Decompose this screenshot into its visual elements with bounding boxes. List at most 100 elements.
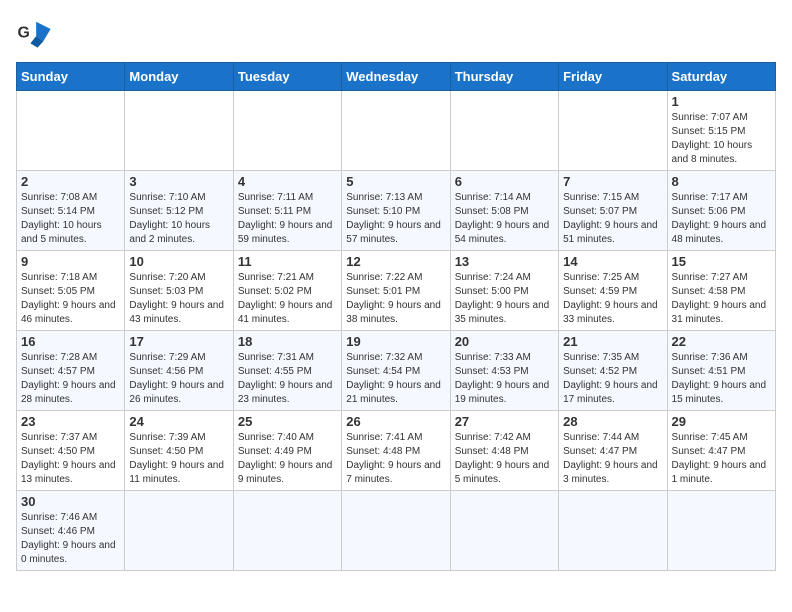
calendar-cell: 21 Sunrise: 7:35 AM Sunset: 4:52 PM Dayli… xyxy=(559,331,667,411)
calendar-cell: 8Sunrise: 7:17 AM Sunset: 5:06 PM Daylig… xyxy=(667,171,775,251)
day-number: 27 xyxy=(455,414,554,429)
day-info: Sunrise: 7:46 AM Sunset: 4:46 PM Dayligh… xyxy=(21,511,120,567)
calendar-cell xyxy=(125,491,233,571)
day-info: Sunrise: 7:44 AM Sunset: 4:47 PM Dayligh… xyxy=(563,431,662,487)
day-number: 15 xyxy=(672,254,771,269)
calendar-cell: 1Sunrise: 7:07 AM Sunset: 5:15 PM Daylig… xyxy=(667,91,775,171)
day-info: Sunrise: 7:35 AM Sunset: 4:52 PM Dayligh… xyxy=(563,351,662,407)
calendar-cell xyxy=(233,491,341,571)
day-number: 9 xyxy=(21,254,120,269)
calendar-cell: 9 Sunrise: 7:18 AM Sunset: 5:05 PM Daylig… xyxy=(17,251,125,331)
calendar-cell xyxy=(17,91,125,171)
day-info: Sunrise: 7:11 AM Sunset: 5:11 PM Dayligh… xyxy=(238,191,337,247)
day-number: 13 xyxy=(455,254,554,269)
day-number: 22 xyxy=(672,334,771,349)
weekday-header-sunday: Sunday xyxy=(17,63,125,91)
calendar-cell: 18Sunrise: 7:31 AM Sunset: 4:55 PM Dayli… xyxy=(233,331,341,411)
day-number: 10 xyxy=(129,254,228,269)
day-number: 25 xyxy=(238,414,337,429)
day-info: Sunrise: 7:17 AM Sunset: 5:06 PM Dayligh… xyxy=(672,191,771,247)
calendar-cell: 13 Sunrise: 7:24 AM Sunset: 5:00 PM Dayli… xyxy=(450,251,558,331)
day-number: 16 xyxy=(21,334,120,349)
logo: G xyxy=(16,16,58,52)
day-number: 23 xyxy=(21,414,120,429)
day-info: Sunrise: 7:20 AM Sunset: 5:03 PM Dayligh… xyxy=(129,271,228,327)
calendar-cell: 5 Sunrise: 7:13 AM Sunset: 5:10 PM Daylig… xyxy=(342,171,450,251)
calendar-cell: 23 Sunrise: 7:37 AM Sunset: 4:50 PM Dayli… xyxy=(17,411,125,491)
calendar-cell xyxy=(125,91,233,171)
calendar-cell: 22Sunrise: 7:36 AM Sunset: 4:51 PM Dayli… xyxy=(667,331,775,411)
calendar-header: SundayMondayTuesdayWednesdayThursdayFrid… xyxy=(17,63,776,91)
day-info: Sunrise: 7:45 AM Sunset: 4:47 PM Dayligh… xyxy=(672,431,771,487)
calendar-cell: 27 Sunrise: 7:42 AM Sunset: 4:48 PM Dayli… xyxy=(450,411,558,491)
day-info: Sunrise: 7:15 AM Sunset: 5:07 PM Dayligh… xyxy=(563,191,662,247)
calendar-cell: 3 Sunrise: 7:10 AM Sunset: 5:12 PM Daylig… xyxy=(125,171,233,251)
day-number: 5 xyxy=(346,174,445,189)
day-number: 2 xyxy=(21,174,120,189)
weekday-header-thursday: Thursday xyxy=(450,63,558,91)
day-number: 24 xyxy=(129,414,228,429)
day-number: 20 xyxy=(455,334,554,349)
week-row: 1Sunrise: 7:07 AM Sunset: 5:15 PM Daylig… xyxy=(17,91,776,171)
calendar-cell: 10 Sunrise: 7:20 AM Sunset: 5:03 PM Dayli… xyxy=(125,251,233,331)
day-number: 7 xyxy=(563,174,662,189)
day-info: Sunrise: 7:18 AM Sunset: 5:05 PM Dayligh… xyxy=(21,271,120,327)
day-info: Sunrise: 7:21 AM Sunset: 5:02 PM Dayligh… xyxy=(238,271,337,327)
day-number: 28 xyxy=(563,414,662,429)
day-info: Sunrise: 7:27 AM Sunset: 4:58 PM Dayligh… xyxy=(672,271,771,327)
day-number: 29 xyxy=(672,414,771,429)
calendar-cell xyxy=(667,491,775,571)
day-info: Sunrise: 7:28 AM Sunset: 4:57 PM Dayligh… xyxy=(21,351,120,407)
week-row: 23 Sunrise: 7:37 AM Sunset: 4:50 PM Dayli… xyxy=(17,411,776,491)
week-row: 16 Sunrise: 7:28 AM Sunset: 4:57 PM Dayli… xyxy=(17,331,776,411)
calendar-cell xyxy=(342,491,450,571)
day-info: Sunrise: 7:32 AM Sunset: 4:54 PM Dayligh… xyxy=(346,351,445,407)
day-info: Sunrise: 7:42 AM Sunset: 4:48 PM Dayligh… xyxy=(455,431,554,487)
calendar-cell xyxy=(450,91,558,171)
day-info: Sunrise: 7:37 AM Sunset: 4:50 PM Dayligh… xyxy=(21,431,120,487)
calendar-cell: 24 Sunrise: 7:39 AM Sunset: 4:50 PM Dayli… xyxy=(125,411,233,491)
weekday-header-saturday: Saturday xyxy=(667,63,775,91)
day-number: 3 xyxy=(129,174,228,189)
calendar-cell xyxy=(559,491,667,571)
day-number: 19 xyxy=(346,334,445,349)
day-info: Sunrise: 7:31 AM Sunset: 4:55 PM Dayligh… xyxy=(238,351,337,407)
day-info: Sunrise: 7:22 AM Sunset: 5:01 PM Dayligh… xyxy=(346,271,445,327)
day-info: Sunrise: 7:14 AM Sunset: 5:08 PM Dayligh… xyxy=(455,191,554,247)
calendar-cell: 14Sunrise: 7:25 AM Sunset: 4:59 PM Dayli… xyxy=(559,251,667,331)
calendar-cell: 26Sunrise: 7:41 AM Sunset: 4:48 PM Dayli… xyxy=(342,411,450,491)
day-info: Sunrise: 7:13 AM Sunset: 5:10 PM Dayligh… xyxy=(346,191,445,247)
day-info: Sunrise: 7:08 AM Sunset: 5:14 PM Dayligh… xyxy=(21,191,120,247)
day-info: Sunrise: 7:24 AM Sunset: 5:00 PM Dayligh… xyxy=(455,271,554,327)
weekday-row: SundayMondayTuesdayWednesdayThursdayFrid… xyxy=(17,63,776,91)
calendar-cell: 28 Sunrise: 7:44 AM Sunset: 4:47 PM Dayli… xyxy=(559,411,667,491)
calendar-cell xyxy=(342,91,450,171)
week-row: 9 Sunrise: 7:18 AM Sunset: 5:05 PM Daylig… xyxy=(17,251,776,331)
calendar-cell: 15 Sunrise: 7:27 AM Sunset: 4:58 PM Dayli… xyxy=(667,251,775,331)
day-number: 4 xyxy=(238,174,337,189)
week-row: 30Sunrise: 7:46 AM Sunset: 4:46 PM Dayli… xyxy=(17,491,776,571)
calendar-cell: 17Sunrise: 7:29 AM Sunset: 4:56 PM Dayli… xyxy=(125,331,233,411)
calendar-cell: 7 Sunrise: 7:15 AM Sunset: 5:07 PM Daylig… xyxy=(559,171,667,251)
calendar-cell: 16 Sunrise: 7:28 AM Sunset: 4:57 PM Dayli… xyxy=(17,331,125,411)
day-info: Sunrise: 7:39 AM Sunset: 4:50 PM Dayligh… xyxy=(129,431,228,487)
calendar-cell: 29 Sunrise: 7:45 AM Sunset: 4:47 PM Dayli… xyxy=(667,411,775,491)
calendar-cell: 6Sunrise: 7:14 AM Sunset: 5:08 PM Daylig… xyxy=(450,171,558,251)
logo-icon: G xyxy=(16,16,52,52)
day-info: Sunrise: 7:33 AM Sunset: 4:53 PM Dayligh… xyxy=(455,351,554,407)
calendar-cell: 30Sunrise: 7:46 AM Sunset: 4:46 PM Dayli… xyxy=(17,491,125,571)
weekday-header-monday: Monday xyxy=(125,63,233,91)
calendar-cell xyxy=(233,91,341,171)
calendar: SundayMondayTuesdayWednesdayThursdayFrid… xyxy=(16,62,776,571)
calendar-cell xyxy=(559,91,667,171)
calendar-cell xyxy=(450,491,558,571)
day-number: 21 xyxy=(563,334,662,349)
header: G xyxy=(16,16,776,52)
day-info: Sunrise: 7:10 AM Sunset: 5:12 PM Dayligh… xyxy=(129,191,228,247)
weekday-header-wednesday: Wednesday xyxy=(342,63,450,91)
day-number: 11 xyxy=(238,254,337,269)
calendar-cell: 19 Sunrise: 7:32 AM Sunset: 4:54 PM Dayli… xyxy=(342,331,450,411)
day-number: 12 xyxy=(346,254,445,269)
calendar-cell: 12 Sunrise: 7:22 AM Sunset: 5:01 PM Dayli… xyxy=(342,251,450,331)
svg-text:G: G xyxy=(17,25,29,42)
